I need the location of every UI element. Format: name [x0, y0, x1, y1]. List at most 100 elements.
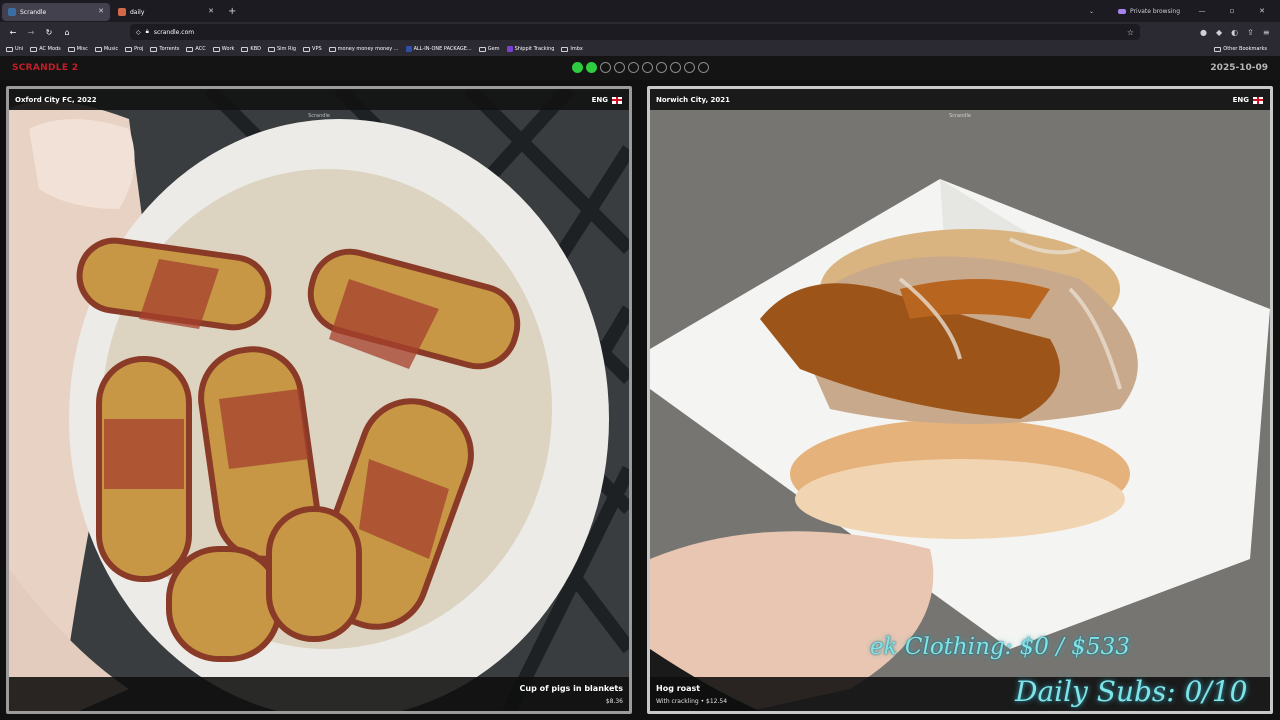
scrandle-app: SCRANDLE 2 2025-10-09 Oxford City FC, 20…	[0, 56, 1280, 720]
stream-overlay-goal: ek Clothing: $0 / $533	[870, 634, 1130, 660]
account-icon[interactable]: ●	[1200, 28, 1207, 37]
bookmark-label: Shippit Tracking	[514, 46, 555, 52]
tracking-shield-icon[interactable]: ◇	[136, 29, 141, 36]
food-card-right[interactable]: Norwich City, 2021 ENG Scrandle Hog roas…	[647, 86, 1273, 714]
folder-icon	[186, 46, 194, 52]
private-browsing-label: Private browsing	[1130, 7, 1180, 15]
bookmark-folder[interactable]: Sim Rig	[267, 46, 296, 52]
bookmark-label: Other Bookmarks	[1223, 46, 1267, 52]
card-footer: Cup of pigs in blankets $8.36	[9, 677, 629, 711]
new-tab-button[interactable]: +	[228, 6, 236, 17]
food-photo-pigs-in-blankets[interactable]	[9, 89, 629, 711]
dish-name: Hog roast	[656, 684, 701, 693]
folder-icon	[67, 46, 75, 52]
app-logo[interactable]: SCRANDLE 2	[12, 63, 78, 73]
progress-dot-pending	[614, 62, 625, 73]
navigation-toolbar: ← → ↻ ⌂ ◇ 🔒︎ scrandle.com ☆ ● ◆ ◐ ⇪ ≡	[0, 22, 1280, 42]
tab-favicon-icon	[118, 8, 126, 16]
bookmark-label: Uni	[15, 46, 24, 52]
tab-favicon-icon	[8, 8, 16, 16]
progress-dot-pending	[600, 62, 611, 73]
bookmark-folder[interactable]: AC Mods	[30, 46, 61, 52]
tab-scrandle[interactable]: Scrandle ✕	[2, 3, 110, 21]
bookmark-link[interactable]: ALL-IN-ONE PACKAGE...	[405, 46, 472, 52]
card-location: Norwich City, 2021	[656, 96, 731, 104]
bookmark-folder[interactable]: Gem	[478, 46, 500, 52]
extension-icon[interactable]: ◐	[1231, 28, 1238, 37]
dish-price: $8.36	[605, 698, 623, 705]
food-photo-hog-roast[interactable]	[650, 89, 1270, 711]
lock-icon[interactable]: 🔒︎	[146, 28, 149, 36]
bookmark-favicon-icon	[405, 46, 412, 52]
folder-icon	[561, 46, 569, 52]
url-bar[interactable]: ◇ 🔒︎ scrandle.com ☆	[130, 24, 1140, 40]
folder-icon	[6, 46, 13, 52]
bookmark-folder[interactable]: Music	[94, 46, 118, 52]
private-mask-icon	[1118, 8, 1127, 14]
app-menu-icon[interactable]: ≡	[1263, 28, 1270, 37]
country-code: ENG	[1232, 96, 1249, 104]
bookmark-folder[interactable]: Misc	[67, 46, 88, 52]
tab-close-icon[interactable]: ✕	[98, 7, 104, 15]
round-progress	[572, 62, 709, 73]
card-location: Oxford City FC, 2022	[15, 96, 97, 104]
bookmark-label: Imbx	[570, 46, 583, 52]
card-header: Oxford City FC, 2022 ENG	[9, 89, 629, 110]
progress-dot-pending	[656, 62, 667, 73]
minimize-icon[interactable]: —	[1194, 7, 1210, 15]
progress-dot-pending	[684, 62, 695, 73]
food-card-left[interactable]: Oxford City FC, 2022 ENG Scrandle Cup of…	[6, 86, 632, 714]
folder-icon	[267, 46, 275, 52]
bookmark-folder[interactable]: Proj	[125, 46, 143, 52]
tab-title: Scrandle	[20, 8, 47, 16]
progress-dot-complete	[572, 62, 583, 73]
bookmark-label: money money money ...	[337, 46, 399, 52]
list-all-tabs-icon[interactable]: ⌄	[1089, 8, 1094, 15]
reload-icon[interactable]: ↻	[42, 28, 56, 37]
back-icon[interactable]: ←	[6, 28, 20, 37]
close-window-icon[interactable]: ✕	[1254, 7, 1270, 15]
bookmark-folder[interactable]: money money money ...	[328, 46, 399, 52]
bookmark-folder[interactable]: ACC	[186, 46, 206, 52]
progress-dot-complete	[586, 62, 597, 73]
bookmark-label: Proj	[134, 46, 144, 52]
url-text[interactable]: scrandle.com	[154, 29, 194, 36]
extension-icon[interactable]: ◆	[1216, 28, 1222, 37]
bookmark-label: Work	[221, 46, 235, 52]
folder-icon	[125, 46, 133, 52]
home-icon[interactable]: ⌂	[60, 28, 74, 37]
progress-dot-pending	[642, 62, 653, 73]
bookmark-label: AC Mods	[39, 46, 61, 52]
bookmark-folder[interactable]: Torrents	[150, 46, 179, 52]
bookmark-folder[interactable]: VPS	[303, 46, 322, 52]
progress-dot-pending	[628, 62, 639, 73]
maximize-icon[interactable]: ▫	[1224, 7, 1240, 15]
tab-daily[interactable]: daily ✕	[112, 3, 220, 21]
bookmark-folder[interactable]: KBD	[241, 46, 261, 52]
folder-icon	[241, 46, 249, 52]
game-date: 2025-10-09	[1210, 63, 1268, 73]
tab-bar: Scrandle ✕ daily ✕ + ⌄ Private browsing …	[0, 0, 1280, 22]
bookmark-folder[interactable]: Work	[212, 46, 235, 52]
bookmark-star-icon[interactable]: ☆	[1127, 28, 1134, 37]
private-browsing-indicator: Private browsing	[1118, 8, 1180, 15]
share-icon[interactable]: ⇪	[1247, 28, 1254, 37]
stream-overlay-subs: Daily Subs: 0/10	[1015, 675, 1248, 708]
tab-close-icon[interactable]: ✕	[208, 7, 214, 15]
tab-title: daily	[130, 8, 145, 16]
country-code: ENG	[591, 96, 608, 104]
bookmark-favicon-icon	[506, 46, 513, 52]
dish-subtitle: With crackling • $12.54	[656, 698, 728, 705]
card-country: ENG	[592, 96, 622, 104]
bookmark-label: ALL-IN-ONE PACKAGE...	[413, 46, 472, 52]
bookmark-label: VPS	[312, 46, 322, 52]
bookmark-link[interactable]: Shippit Tracking	[506, 46, 555, 52]
card-header: Norwich City, 2021 ENG	[650, 89, 1270, 110]
bookmark-folder[interactable]: Imbx	[561, 46, 583, 52]
forward-icon[interactable]: →	[24, 28, 38, 37]
folder-icon	[30, 46, 38, 52]
other-bookmarks[interactable]: Other Bookmarks	[1214, 42, 1267, 56]
window-controls: ⌄ Private browsing — ▫ ✕	[1089, 0, 1280, 22]
card-country: ENG	[1233, 96, 1263, 104]
bookmark-folder[interactable]: Uni	[6, 46, 23, 52]
